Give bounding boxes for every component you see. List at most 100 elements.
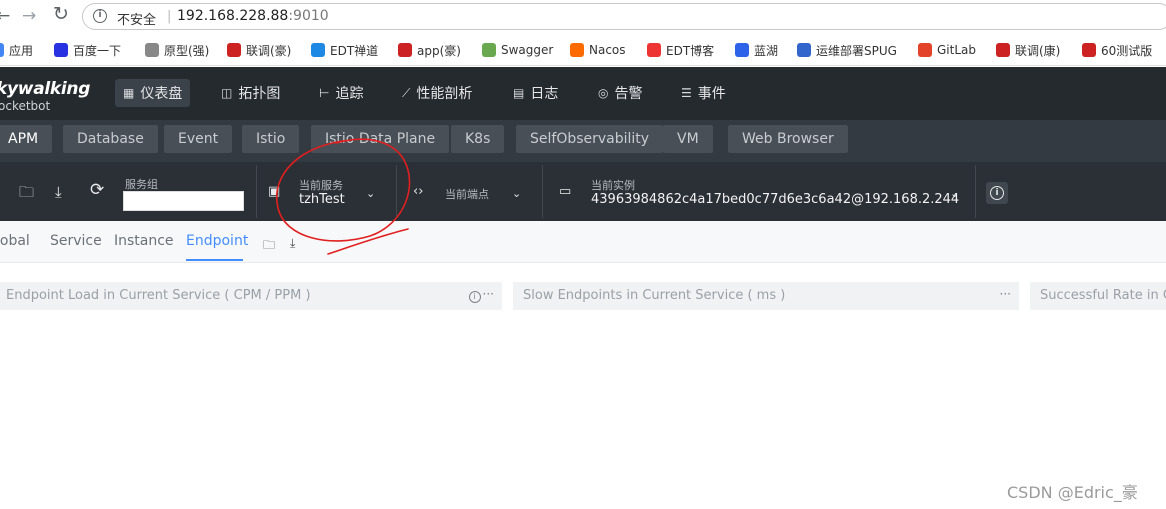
bookmark-label: Nacos <box>589 43 626 57</box>
site-info-icon[interactable]: i <box>93 9 107 23</box>
endpoint-code-icon: ‹› <box>413 184 424 199</box>
layer-tab[interactable]: Database <box>63 125 158 153</box>
current-service-value[interactable]: tzhTest <box>299 192 345 207</box>
widget-endpoint-load: Endpoint Load in Current Service ( CPM /… <box>0 282 502 310</box>
page-icon <box>145 43 159 57</box>
download-icon[interactable]: ⤓ <box>55 184 62 200</box>
dashboard-tabs-row <box>0 221 1166 263</box>
layer-tab[interactable]: K8s <box>451 125 505 153</box>
tab-endpoint[interactable]: Endpoint <box>186 233 248 249</box>
nav-item[interactable]: ☰ 事件 <box>673 79 734 107</box>
tab-global[interactable]: lobal <box>0 233 30 249</box>
widget-title: Endpoint Load in Current Service ( CPM /… <box>6 288 311 303</box>
apps-grid-icon <box>0 43 4 57</box>
download-icon[interactable]: ⤓ <box>290 236 295 251</box>
bookmark-item[interactable]: 联调(康) <box>996 41 1060 59</box>
layer-tab[interactable]: VM <box>663 125 713 153</box>
widget-actions: i ··· <box>468 287 494 303</box>
refresh-icon[interactable]: ⟳ <box>90 182 104 199</box>
bookmark-label: EDT禅道 <box>330 43 379 58</box>
bookmark-item[interactable]: 联调(豪) <box>227 41 291 59</box>
bookmark-label: 60测试版 <box>1101 43 1153 58</box>
service-group-label: 服务组 <box>125 178 158 191</box>
bookmark-label: 联调(康) <box>1015 43 1061 58</box>
nav-item[interactable]: ▦ 仪表盘 <box>115 79 191 107</box>
widget-title: Slow Endpoints in Current Service ( ms ) <box>523 288 786 303</box>
bookmark-label: 联调(豪) <box>246 43 292 58</box>
widget-actions: ··· <box>1000 287 1011 301</box>
tab-instance[interactable]: Instance <box>114 233 174 249</box>
nav-item[interactable]: ◫ 拓扑图 <box>213 79 288 107</box>
instance-chevron-down-icon[interactable]: ⌄ <box>950 187 959 200</box>
bookmark-item[interactable]: EDT禅道 <box>311 41 378 59</box>
more-menu-icon[interactable]: ··· <box>483 287 494 301</box>
instance-server-icon: ▭ <box>559 184 572 199</box>
nav-item-label: 仪表盘 <box>140 86 183 102</box>
bookmark-item[interactable]: app(豪) <box>398 41 461 59</box>
layer-tab[interactable]: Event <box>164 125 233 153</box>
nav-item[interactable]: ◎ 告警 <box>590 79 650 107</box>
partial-tool-icon[interactable]: ▏ <box>0 186 8 202</box>
layer-tab[interactable]: APM <box>0 125 53 153</box>
widget-title: Successful Rate in Cu <box>1040 288 1166 303</box>
info-button[interactable]: i <box>986 182 1008 204</box>
nav-item[interactable]: ▤ 日志 <box>505 79 566 107</box>
yapi-eye-icon <box>227 43 241 57</box>
nav-item-label: 拓扑图 <box>238 86 281 102</box>
layer-tab[interactable]: Web Browser <box>728 125 848 153</box>
spug-icon <box>797 43 811 57</box>
bookmark-item[interactable]: GitLab <box>918 41 976 59</box>
nav-item-label: 事件 <box>697 86 726 102</box>
current-service-label: 当前服务 <box>299 179 343 192</box>
toolbar-divider <box>975 165 976 218</box>
toolbar-divider <box>542 165 543 218</box>
tab-service[interactable]: Service <box>50 233 102 249</box>
folder-icon[interactable]: 🗀 <box>19 184 34 200</box>
bookmark-label: GitLab <box>937 43 976 57</box>
toolbar-divider <box>396 165 397 218</box>
layer-tabs-row: APM Database Event Istio Istio Data Plane K8s… <box>0 120 1166 162</box>
bookmark-item[interactable]: 应用 <box>0 41 33 59</box>
current-instance-value[interactable]: 43963984862c4a17bed0c77d6e3c6a42@192.168… <box>591 192 959 207</box>
service-group-input[interactable] <box>123 191 244 211</box>
bookmark-item[interactable]: 蓝湖 <box>735 41 778 59</box>
more-menu-icon[interactable]: ··· <box>1000 287 1011 301</box>
swagger-icon <box>482 43 496 57</box>
url-omnibox[interactable]: i 不安全 | 192.168.228.88:9010 <box>82 3 1166 30</box>
bookmark-label: 百度一下 <box>73 43 122 58</box>
reload-icon[interactable]: ↻ <box>53 4 69 24</box>
info-icon: i <box>990 186 1004 200</box>
bookmark-label: 应用 <box>9 43 34 58</box>
back-arrow-icon[interactable]: ← <box>0 6 10 26</box>
zentao-icon <box>311 43 325 57</box>
bookmark-item[interactable]: 运维部署SPUG <box>797 41 897 59</box>
layer-tab[interactable]: SelfObservability <box>516 125 664 153</box>
bookmark-label: 蓝湖 <box>754 43 779 58</box>
bookmark-item[interactable]: 百度一下 <box>54 41 121 59</box>
forward-arrow-icon[interactable]: → <box>22 6 36 26</box>
active-tab-underline <box>186 259 243 261</box>
folder-icon[interactable]: 🗀 <box>263 236 275 257</box>
insecure-label: 不安全 <box>117 13 157 28</box>
profile-icon: ⟋ <box>402 85 411 100</box>
csdn-watermark: CSDN @Edric_豪 <box>1007 483 1138 502</box>
bookmark-item[interactable]: Nacos <box>570 41 626 59</box>
service-icon: ▣ <box>268 184 281 199</box>
info-icon[interactable]: i <box>468 291 481 303</box>
nav-item[interactable]: ⊢ 追踪 <box>311 79 371 107</box>
bookmark-item[interactable]: 原型(强) <box>145 41 209 59</box>
widget-successful-rate: Successful Rate in Cu <box>1030 282 1166 310</box>
bookmark-item[interactable]: Swagger <box>482 41 553 59</box>
nav-item[interactable]: ⟋ 性能剖析 <box>394 79 480 107</box>
layer-tab[interactable]: Istio Data Plane <box>311 125 450 153</box>
bookmarks-bar: 应用 百度一下 原型(强) 联调(豪) EDT禅道 app(豪) Swagger Nacos E… <box>0 33 1166 66</box>
logo-title: kywalking <box>0 79 91 99</box>
bookmark-item[interactable]: 60测试版 <box>1082 41 1152 59</box>
gitlab-fox-icon <box>918 43 932 57</box>
url-text[interactable]: 192.168.228.88:9010 <box>177 8 329 24</box>
endpoint-chevron-down-icon[interactable]: ⌄ <box>512 187 521 200</box>
baidu-paw-icon <box>54 43 68 57</box>
service-chevron-down-icon[interactable]: ⌄ <box>366 187 375 200</box>
bookmark-item[interactable]: EDT博客 <box>647 41 714 59</box>
layer-tab[interactable]: Istio <box>242 125 300 153</box>
